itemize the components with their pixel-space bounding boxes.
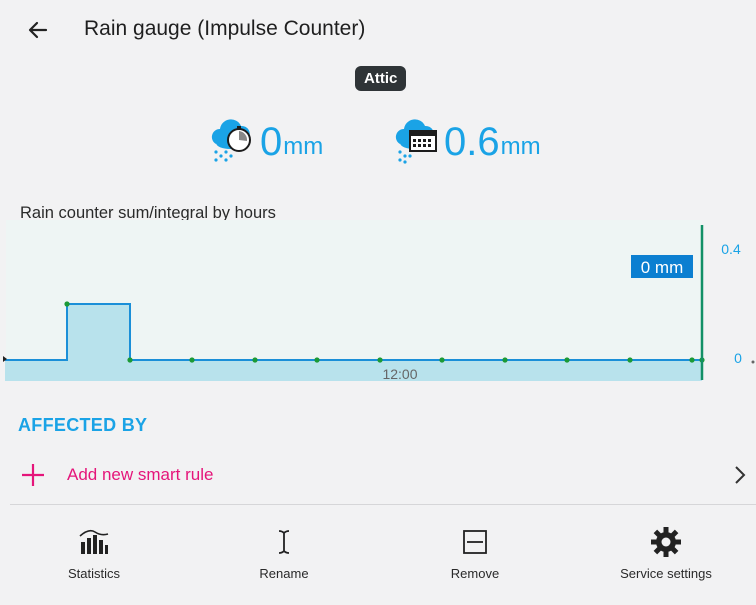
rain-chart[interactable]: 0 mm 0.4 0 12:00 (0, 220, 756, 395)
current-rain-metric: 0 mm (208, 112, 323, 164)
data-point (564, 357, 570, 363)
page-title: Rain gauge (Impulse Counter) (84, 17, 366, 40)
text-cursor-icon (278, 530, 290, 554)
add-smart-rule-label: Add new smart rule (67, 465, 214, 484)
divider (10, 504, 756, 505)
y-tick-label-top: 0.4 (721, 241, 741, 257)
remove-label: Remove (450, 566, 500, 581)
service-settings-label: Service settings (620, 566, 712, 581)
app-header: Rain gauge (Impulse Counter) (0, 0, 756, 60)
cursor-label: 0 mm (641, 258, 684, 277)
plus-icon (22, 464, 44, 486)
arrow-left-icon[interactable] (22, 14, 54, 46)
x-tick-label: 12:00 (382, 366, 417, 382)
current-rain-value: 0 (260, 120, 283, 164)
rename-label: Rename (259, 566, 309, 581)
data-point (64, 301, 70, 307)
statistics-label: Statistics (67, 566, 120, 581)
room-badge: Attic (355, 66, 407, 91)
gear-icon (651, 527, 681, 557)
daily-rain-unit: mm (500, 133, 541, 160)
chevron-right-icon (735, 466, 746, 484)
rename-button[interactable]: Rename (219, 520, 349, 585)
add-smart-rule-row[interactable]: Add new smart rule (0, 450, 756, 500)
data-point (502, 357, 508, 363)
data-point (252, 357, 258, 363)
y-axis-dot (751, 360, 755, 364)
data-point (439, 357, 445, 363)
rain-cloud-calendar-icon (395, 119, 437, 164)
rain-cloud-timer-icon (211, 119, 251, 162)
data-point (314, 357, 320, 363)
bottom-toolbar: Statistics Rename Remove Service setting… (0, 520, 756, 590)
affected-by-heading: AFFECTED BY (18, 415, 148, 435)
data-point (689, 357, 695, 363)
current-rain-unit: mm (283, 133, 324, 160)
daily-rain-metric: 0.6 mm (392, 112, 541, 164)
data-point (627, 357, 633, 363)
daily-rain-value: 0.6 (444, 120, 500, 164)
remove-box-icon (463, 530, 487, 554)
data-point (189, 357, 195, 363)
bar-chart-icon (79, 529, 109, 554)
y-tick-label-bottom: 0 (734, 350, 742, 366)
data-point (127, 357, 133, 363)
remove-button[interactable]: Remove (410, 520, 540, 585)
data-point (377, 357, 383, 363)
statistics-button[interactable]: Statistics (29, 520, 159, 585)
service-settings-button[interactable]: Service settings (601, 520, 731, 585)
